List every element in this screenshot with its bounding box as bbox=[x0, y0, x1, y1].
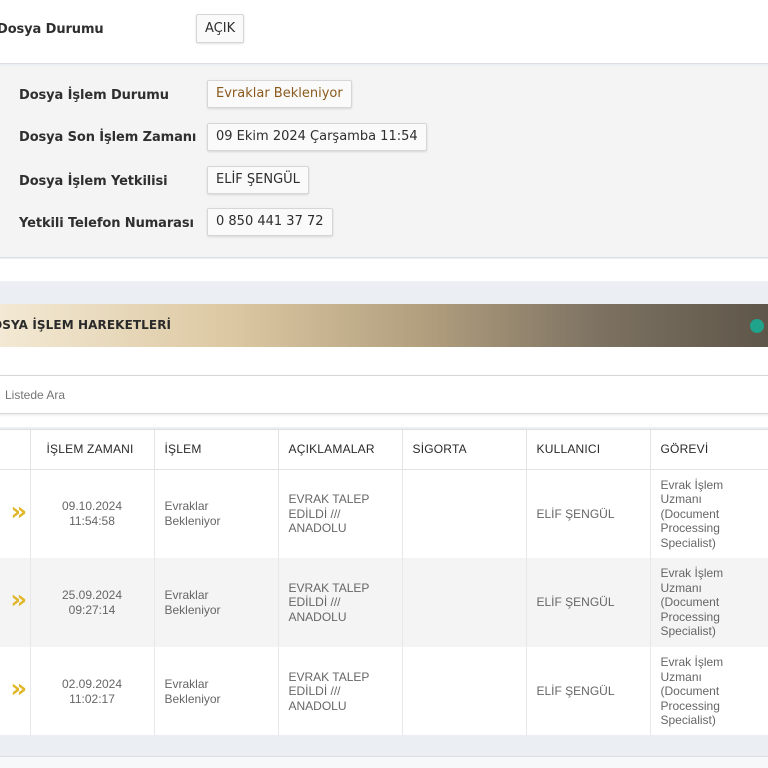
description-text: EVRAK TALEP bbox=[288, 669, 370, 684]
bottom-card-edge bbox=[0, 756, 768, 768]
role-text: Processing bbox=[660, 609, 720, 624]
role-text: Specialist) bbox=[660, 535, 716, 550]
role-text: Uzmanı bbox=[660, 580, 702, 595]
process-cell: Evraklar Bekleniyor bbox=[154, 558, 279, 647]
role-text: Evrak İşlem bbox=[660, 655, 724, 670]
process-time: 09:27:14 bbox=[68, 602, 116, 617]
double-chevron-right-icon[interactable]: » bbox=[10, 585, 27, 615]
insurance-cell bbox=[402, 558, 527, 647]
insurance-cell bbox=[402, 647, 527, 736]
process-text: Bekleniyor bbox=[164, 513, 221, 528]
role-text: Processing bbox=[660, 521, 720, 535]
last-process-time-value: 09 Ekim 2024 Çarşamba 11:54 bbox=[207, 123, 427, 151]
officer-phone-label: Yetkili Telefon Numarası bbox=[19, 216, 194, 231]
description-text: ANADOLU bbox=[288, 521, 347, 535]
header-insurance[interactable]: SİGORTA bbox=[402, 430, 527, 470]
header-process-time[interactable]: İŞLEM ZAMANI bbox=[30, 430, 155, 470]
process-date: 02.09.2024 bbox=[61, 677, 123, 691]
process-officer-value: ELİF ŞENGÜL bbox=[207, 166, 309, 194]
process-time: 11:54:58 bbox=[69, 513, 115, 528]
description-cell: EVRAK TALEP EDİLDİ /// ANADOLU bbox=[278, 558, 403, 647]
double-chevron-right-icon[interactable]: » bbox=[10, 674, 27, 704]
table-header-row: İŞLEM ZAMANI İŞLEM AÇIKLAMALAR SİGORTA K… bbox=[0, 430, 768, 470]
process-cell: Evraklar Bekleniyor bbox=[154, 647, 279, 736]
table-row[interactable]: » 09.10.2024 11:54:58 Evraklar Bekleniyo… bbox=[0, 469, 768, 558]
process-date: 09.10.2024 bbox=[61, 499, 123, 514]
expand-cell[interactable]: » bbox=[0, 647, 31, 736]
process-text: Evraklar bbox=[164, 677, 209, 691]
description-text: EDİLDİ /// bbox=[288, 595, 341, 610]
expand-cell[interactable]: » bbox=[0, 558, 31, 647]
description-text: ANADOLU bbox=[288, 609, 347, 624]
process-date: 25.09.2024 bbox=[61, 588, 123, 602]
transactions-section-header[interactable]: OSYA İŞLEM HAREKETLERİ bbox=[0, 304, 768, 347]
process-time-cell: 25.09.2024 09:27:14 bbox=[30, 558, 155, 647]
last-process-time-label: Dosya Son İşlem Zamanı bbox=[19, 130, 197, 145]
role-text: Uzmanı bbox=[660, 492, 702, 506]
process-time: 11:02:17 bbox=[69, 691, 115, 706]
role-text: Specialist) bbox=[660, 624, 716, 639]
role-text: (Document bbox=[660, 595, 720, 610]
role-text: Specialist) bbox=[660, 713, 716, 728]
role-text: Evrak İşlem bbox=[660, 566, 724, 581]
description-text: ANADOLU bbox=[288, 698, 347, 713]
role-cell: Evrak İşlem Uzmanı (Document Processing … bbox=[650, 558, 768, 647]
description-cell: EVRAK TALEP EDİLDİ /// ANADOLU bbox=[278, 469, 403, 558]
process-status-label: Dosya İşlem Durumu bbox=[19, 88, 169, 103]
role-text: Evrak İşlem bbox=[660, 477, 724, 492]
file-status-label: Dosya Durumu bbox=[0, 22, 104, 37]
file-status-card: Dosya Durumu AÇIK bbox=[0, 0, 768, 64]
user-cell: ELİF ŞENGÜL bbox=[526, 647, 651, 736]
header-process[interactable]: İŞLEM bbox=[154, 430, 279, 470]
role-cell: Evrak İşlem Uzmanı (Document Processing … bbox=[650, 647, 768, 736]
role-text: Uzmanı bbox=[660, 669, 702, 684]
table-row[interactable]: » 25.09.2024 09:27:14 Evraklar Bekleniyo… bbox=[0, 558, 768, 647]
process-text: Evraklar bbox=[164, 499, 209, 514]
role-cell: Evrak İşlem Uzmanı (Document Processing … bbox=[650, 469, 768, 558]
process-time-cell: 09.10.2024 11:54:58 bbox=[30, 469, 155, 558]
officer-phone-value: 0 850 441 37 72 bbox=[207, 208, 333, 236]
user-cell: ELİF ŞENGÜL bbox=[526, 469, 651, 558]
expand-cell[interactable]: » bbox=[0, 469, 31, 558]
double-chevron-right-icon[interactable]: » bbox=[10, 497, 27, 527]
transactions-table: İŞLEM ZAMANI İŞLEM AÇIKLAMALAR SİGORTA K… bbox=[0, 429, 768, 736]
search-area bbox=[0, 347, 768, 427]
table-row[interactable]: » 02.09.2024 11:02:17 Evraklar Bekleniyo… bbox=[0, 647, 768, 736]
description-text: EDİLDİ /// bbox=[288, 506, 341, 521]
process-officer-label: Dosya İşlem Yetkilisi bbox=[19, 174, 168, 189]
process-cell: Evraklar Bekleniyor bbox=[154, 469, 279, 558]
header-user[interactable]: KULLANICI bbox=[526, 430, 651, 470]
process-text: Bekleniyor bbox=[164, 602, 221, 617]
process-status-value: Evraklar Bekleniyor bbox=[207, 80, 352, 108]
card-footer bbox=[0, 259, 768, 281]
status-dot-icon bbox=[750, 319, 764, 333]
process-text: Evraklar bbox=[164, 588, 209, 602]
role-text: (Document bbox=[660, 506, 720, 521]
process-text: Bekleniyor bbox=[164, 691, 221, 706]
description-text: EVRAK TALEP bbox=[288, 580, 370, 595]
description-text: EVRAK TALEP bbox=[288, 492, 370, 506]
role-text: Processing bbox=[660, 698, 720, 713]
user-cell: ELİF ŞENGÜL bbox=[526, 558, 651, 647]
header-description[interactable]: AÇIKLAMALAR bbox=[278, 430, 403, 470]
file-status-value: AÇIK bbox=[196, 14, 245, 43]
section-gap bbox=[0, 281, 768, 304]
header-expand bbox=[0, 430, 31, 470]
process-time-cell: 02.09.2024 11:02:17 bbox=[30, 647, 155, 736]
insurance-cell bbox=[402, 469, 527, 558]
role-text: (Document bbox=[660, 684, 720, 699]
search-input[interactable] bbox=[0, 375, 768, 414]
file-info-card: Dosya İşlem Durumu Evraklar Bekleniyor D… bbox=[0, 66, 768, 258]
description-text: EDİLDİ /// bbox=[288, 684, 341, 699]
section-title: OSYA İŞLEM HAREKETLERİ bbox=[0, 318, 172, 332]
description-cell: EVRAK TALEP EDİLDİ /// ANADOLU bbox=[278, 647, 403, 736]
header-role[interactable]: GÖREVİ bbox=[650, 430, 768, 470]
